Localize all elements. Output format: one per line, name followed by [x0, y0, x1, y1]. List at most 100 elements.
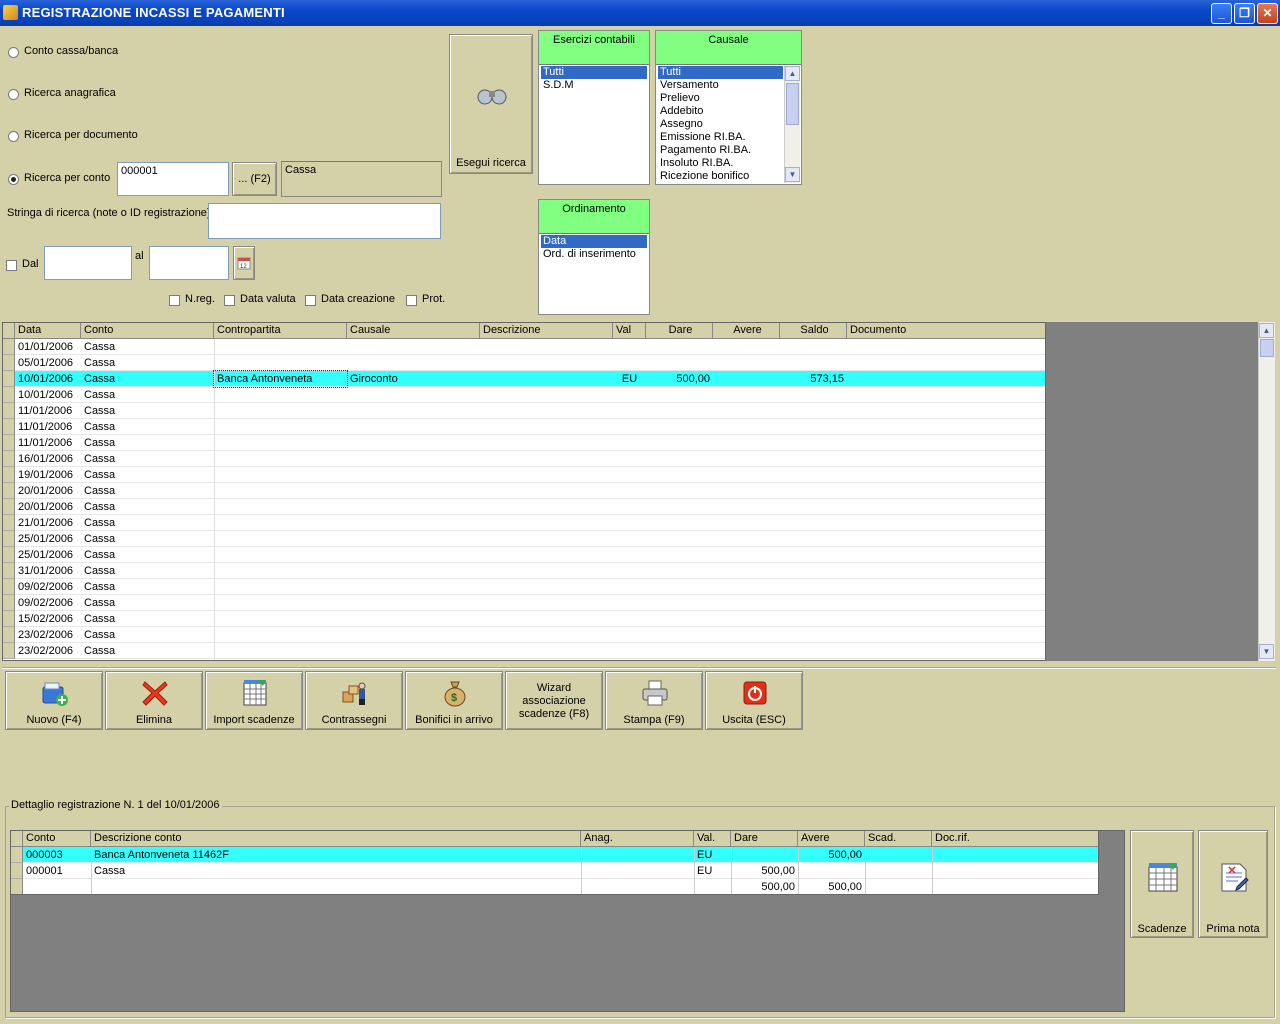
list-item[interactable]: Insoluto RI.BA. [658, 157, 783, 170]
bonifici-button[interactable]: $ Bonifici in arrivo [405, 671, 503, 730]
date-from-input[interactable] [44, 246, 132, 280]
data-valuta-checkbox[interactable] [224, 295, 235, 306]
row-selector[interactable] [3, 643, 15, 659]
table-row[interactable]: 10/01/2006 Cassa [3, 387, 1045, 403]
row-selector[interactable] [3, 563, 15, 579]
table-row[interactable]: 11/01/2006 Cassa [3, 435, 1045, 451]
table-row[interactable]: 23/02/2006 Cassa [3, 627, 1045, 643]
list-item[interactable]: Prelievo [658, 92, 783, 105]
table-row[interactable]: 31/01/2006 Cassa [3, 563, 1045, 579]
scroll-thumb[interactable] [1260, 339, 1274, 357]
table-row[interactable]: 000003 Banca Antonveneta 11462F EU 500,00 [11, 847, 1098, 863]
scroll-down-icon[interactable]: ▼ [785, 167, 800, 182]
col-documento[interactable]: Documento [847, 323, 1045, 339]
row-selector[interactable] [3, 467, 15, 483]
causale-scrollbar[interactable]: ▲ ▼ [784, 66, 800, 183]
scroll-thumb[interactable] [786, 83, 799, 125]
col-dare[interactable]: Dare [646, 323, 713, 339]
ordinamento-list[interactable]: Data Ord. di inserimento [541, 235, 647, 312]
restore-button[interactable]: ❐ [1234, 3, 1255, 24]
table-row[interactable]: 21/01/2006 Cassa [3, 515, 1045, 531]
row-selector[interactable] [3, 579, 15, 595]
row-selector[interactable] [11, 863, 23, 879]
radio-anagrafica[interactable] [8, 89, 19, 100]
col-docrif[interactable]: Doc.rif. [932, 831, 1098, 847]
radio-documento[interactable] [8, 131, 19, 142]
stampa-button[interactable]: Stampa (F9) [605, 671, 703, 730]
radio-conto-cassa[interactable] [8, 47, 19, 58]
list-item[interactable]: Emissione RI.BA. [658, 131, 783, 144]
col-val[interactable]: Val. [694, 831, 731, 847]
col-scad[interactable]: Scad. [865, 831, 932, 847]
causale-list[interactable]: Tutti Versamento Prelievo Addebito Asseg… [658, 66, 783, 182]
table-row[interactable]: 000001 Cassa EU 500,00 [11, 863, 1098, 879]
calendar-button[interactable]: 12 [233, 246, 255, 280]
main-grid[interactable]: Data Conto Contropartita Causale Descriz… [2, 322, 1046, 661]
minimize-button[interactable]: _ [1211, 3, 1232, 24]
row-selector[interactable] [3, 371, 15, 387]
row-selector[interactable] [3, 419, 15, 435]
row-selector[interactable] [3, 531, 15, 547]
esercizi-list[interactable]: Tutti S.D.M [541, 66, 647, 182]
table-row[interactable]: 25/01/2006 Cassa [3, 547, 1045, 563]
row-selector[interactable] [3, 403, 15, 419]
prot-checkbox[interactable] [406, 295, 417, 306]
list-item[interactable]: Tutti [658, 66, 783, 79]
col-descrizione[interactable]: Descrizione [480, 323, 613, 339]
col-avere[interactable]: Avere [713, 323, 780, 339]
wizard-button[interactable]: Wizard associazione scadenze (F8) [505, 671, 603, 730]
table-row[interactable]: 10/01/2006 Cassa Banca Antonveneta Girocont… [3, 370, 1045, 388]
row-selector[interactable] [3, 515, 15, 531]
nreg-checkbox[interactable] [169, 295, 180, 306]
uscita-button[interactable]: Uscita (ESC) [705, 671, 803, 730]
table-row[interactable]: 25/01/2006 Cassa [3, 531, 1045, 547]
row-selector[interactable] [11, 879, 23, 894]
row-selector[interactable] [3, 627, 15, 643]
scroll-up-icon[interactable]: ▲ [785, 66, 800, 81]
scadenze-button[interactable]: Scadenze [1130, 830, 1194, 938]
prima-nota-button[interactable]: Prima nota [1198, 830, 1268, 938]
scroll-up-icon[interactable]: ▲ [1259, 323, 1274, 338]
row-selector[interactable] [3, 547, 15, 563]
col-conto[interactable]: Conto [81, 323, 214, 339]
scroll-down-icon[interactable]: ▼ [1259, 644, 1274, 659]
table-row[interactable]: 05/01/2006 Cassa [3, 355, 1045, 371]
table-row[interactable]: 19/01/2006 Cassa [3, 467, 1045, 483]
table-row[interactable]: 01/01/2006 Cassa [3, 339, 1045, 355]
dal-checkbox[interactable] [6, 260, 17, 271]
list-item[interactable]: Data [541, 235, 647, 248]
table-row[interactable]: 09/02/2006 Cassa [3, 579, 1045, 595]
row-selector[interactable] [3, 595, 15, 611]
radio-conto[interactable] [8, 174, 19, 185]
row-selector[interactable] [3, 611, 15, 627]
main-grid-scrollbar[interactable]: ▲ ▼ [1258, 322, 1275, 661]
table-row[interactable]: 23/02/2006 Cassa [3, 643, 1045, 659]
row-selector[interactable] [3, 339, 15, 355]
list-item[interactable]: Pagamento RI.BA. [658, 144, 783, 157]
list-item[interactable]: Versamento [658, 79, 783, 92]
table-row[interactable]: 20/01/2006 Cassa [3, 499, 1045, 515]
table-row[interactable]: 16/01/2006 Cassa [3, 451, 1045, 467]
conto-code-input[interactable]: 000001 [117, 162, 229, 196]
contrassegni-button[interactable]: Contrassegni [305, 671, 403, 730]
col-conto[interactable]: Conto [23, 831, 91, 847]
row-selector[interactable] [3, 355, 15, 371]
data-creazione-checkbox[interactable] [305, 295, 316, 306]
table-row[interactable]: 09/02/2006 Cassa [3, 595, 1045, 611]
detail-grid[interactable]: Conto Descrizione conto Anag. Val. Dare … [10, 830, 1099, 895]
list-item[interactable]: Tutti [541, 66, 647, 79]
f2-lookup-button[interactable]: ... (F2) [232, 162, 277, 196]
col-saldo[interactable]: Saldo [780, 323, 847, 339]
totals-row[interactable]: 500,00 500,00 [11, 879, 1098, 894]
col-contropartita[interactable]: Contropartita [214, 323, 347, 339]
list-item[interactable]: Assegno [658, 118, 783, 131]
search-string-input[interactable] [208, 203, 441, 239]
nuovo-button[interactable]: Nuovo (F4) [5, 671, 103, 730]
col-descrizione-conto[interactable]: Descrizione conto [91, 831, 581, 847]
row-selector[interactable] [3, 499, 15, 515]
row-selector[interactable] [11, 847, 23, 863]
row-selector[interactable] [3, 451, 15, 467]
col-data[interactable]: Data [15, 323, 81, 339]
col-avere[interactable]: Avere [798, 831, 865, 847]
list-item[interactable]: Addebito [658, 105, 783, 118]
